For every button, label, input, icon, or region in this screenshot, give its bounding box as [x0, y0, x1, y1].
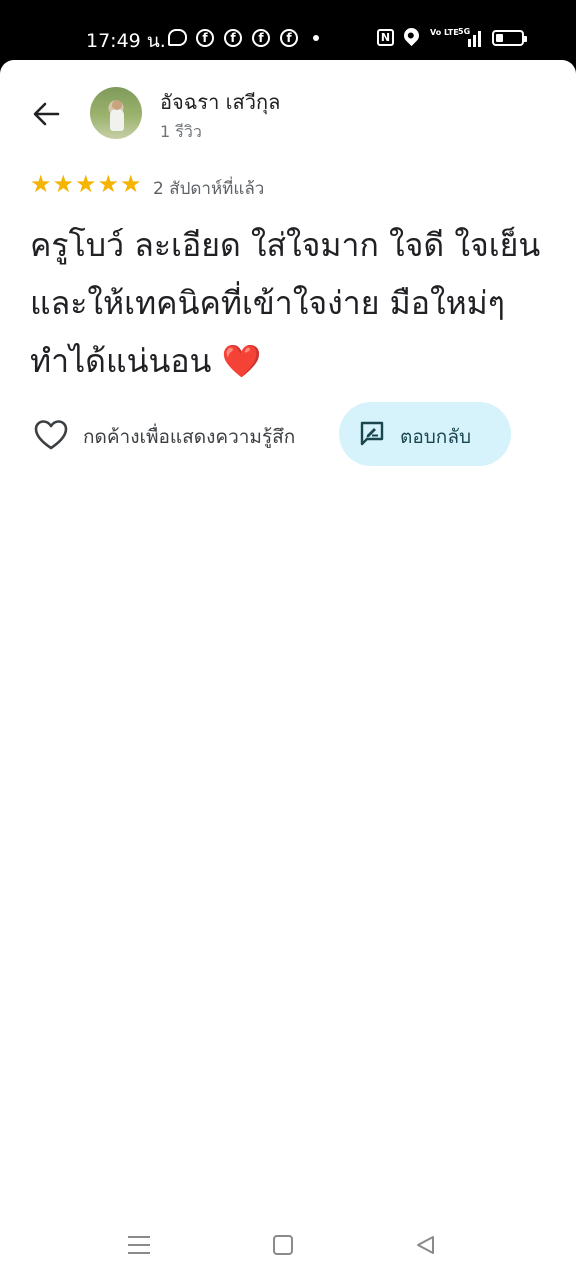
star-icon: ★ — [97, 170, 120, 198]
facebook-icon: f — [196, 29, 214, 47]
navigation-bar — [0, 1210, 576, 1280]
back-icon[interactable] — [414, 1234, 436, 1256]
star-icon: ★ — [30, 170, 52, 198]
menu-icon[interactable] — [128, 1234, 152, 1256]
like-label[interactable]: กดค้างเพื่อแสดงความรู้สึก — [83, 422, 295, 452]
facebook-icon: f — [224, 29, 242, 47]
status-time: 17:49 น. — [86, 30, 166, 52]
nfc-icon: N — [377, 29, 394, 46]
reply-label: ตอบกลับ — [400, 426, 472, 448]
chat-icon — [168, 29, 187, 46]
5g-signal-icon: 5G — [458, 27, 484, 47]
reviewer-review-count: 1 รีวิว — [160, 122, 202, 141]
review-body: ครูโบว์ ละเอียด ใส่ใจมาก ใจดี ใจเย็น และ… — [30, 226, 541, 380]
facebook-icon: f — [252, 29, 270, 47]
home-icon[interactable] — [273, 1235, 293, 1255]
review-time: 2 สัปดาห์ที่แล้ว — [153, 179, 265, 199]
reviewer-name[interactable]: อัจฉรา เสวีกุล — [160, 86, 280, 118]
status-bar: 17:49 น. f f f f N Vo LTE 5G — [0, 0, 576, 62]
network-label: 5G — [458, 27, 471, 36]
reply-button[interactable]: ตอบกลับ — [339, 402, 511, 466]
reply-icon — [360, 421, 384, 446]
star-icon: ★ — [75, 170, 97, 198]
star-rating: ★ ★ ★ ★ ★ — [30, 170, 143, 199]
heart-icon[interactable] — [33, 417, 69, 453]
star-icon: ★ — [120, 170, 142, 198]
review-text: ครูโบว์ ละเอียด ใส่ใจมาก ใจดี ใจเย็น และ… — [30, 216, 560, 390]
battery-icon — [492, 30, 527, 46]
battery-level — [496, 34, 503, 42]
star-icon: ★ — [52, 170, 75, 198]
facebook-icon: f — [280, 29, 298, 47]
review-sheet: อัจฉรา เสวีกุล 1 รีวิว ★ ★ ★ ★ ★ 2 สัปดาห์ที… — [0, 60, 576, 1210]
volte-icon: Vo LTE — [430, 28, 459, 37]
avatar[interactable] — [90, 87, 142, 139]
heart-emoji: ❤️ — [221, 342, 262, 380]
more-dot-icon — [313, 35, 319, 41]
location-icon — [400, 24, 423, 47]
back-arrow-icon[interactable] — [28, 96, 64, 132]
